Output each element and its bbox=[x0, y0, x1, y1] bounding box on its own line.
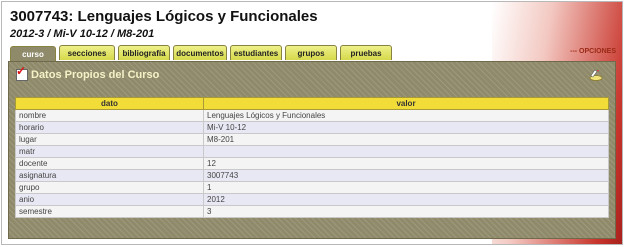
cell-dato: horario bbox=[15, 121, 204, 134]
table-row: semestre 3 bbox=[15, 205, 609, 218]
table-row: asignatura 3007743 bbox=[15, 169, 609, 182]
options-link[interactable]: --- OPCIONES bbox=[570, 48, 616, 55]
table-row: anio 2012 bbox=[15, 193, 609, 206]
cell-dato: docente bbox=[15, 157, 204, 170]
cell-dato: nombre bbox=[15, 109, 204, 122]
tab-secciones[interactable]: secciones bbox=[59, 45, 115, 60]
course-window: 3007743: Lenguajes Lógicos y Funcionales… bbox=[1, 1, 623, 245]
table-row: grupo 1 bbox=[15, 181, 609, 194]
tab-grupos[interactable]: grupos bbox=[285, 45, 337, 60]
cell-valor: 12 bbox=[203, 157, 609, 170]
tab-bibliografia[interactable]: bibliografía bbox=[118, 45, 170, 60]
cell-dato: anio bbox=[15, 193, 204, 206]
column-header-dato[interactable]: dato bbox=[15, 97, 204, 110]
cell-dato: matr bbox=[15, 145, 204, 158]
table-header-row: dato valor bbox=[15, 97, 609, 110]
course-data-table: dato valor nombre Lenguajes Lógicos y Fu… bbox=[15, 97, 609, 218]
tab-documentos[interactable]: documentos bbox=[173, 45, 227, 60]
table-row: lugar M8-201 bbox=[15, 133, 609, 146]
panel-heading: ✓ Datos Propios del Curso bbox=[16, 65, 160, 81]
cell-dato: grupo bbox=[15, 181, 204, 194]
checkmark-icon: ✓ bbox=[16, 65, 28, 81]
cell-valor: 1 bbox=[203, 181, 609, 194]
table-row: horario Mi-V 10-12 bbox=[15, 121, 609, 134]
cell-dato: semestre bbox=[15, 205, 204, 218]
tab-pruebas[interactable]: pruebas bbox=[340, 45, 392, 60]
column-header-valor[interactable]: valor bbox=[203, 97, 609, 110]
course-data-panel: ✓ Datos Propios del Curso dato valor nom… bbox=[8, 61, 616, 239]
tab-curso[interactable]: curso bbox=[10, 46, 56, 62]
tab-estudiantes[interactable]: estudiantes bbox=[230, 45, 282, 60]
table-row: matr bbox=[15, 145, 609, 158]
edit-icon[interactable] bbox=[589, 69, 603, 81]
cell-dato: asignatura bbox=[15, 169, 204, 182]
cell-valor: 3007743 bbox=[203, 169, 609, 182]
page-subtitle: 2012-3 / Mi-V 10-12 / M8-201 bbox=[10, 28, 155, 40]
cell-valor: M8-201 bbox=[203, 133, 609, 146]
cell-valor: Lenguajes Lógicos y Funcionales bbox=[203, 109, 609, 122]
panel-title: Datos Propios del Curso bbox=[31, 69, 160, 81]
cell-dato: lugar bbox=[15, 133, 204, 146]
cell-valor bbox=[203, 145, 609, 158]
cell-valor: 2012 bbox=[203, 193, 609, 206]
tab-bar: curso secciones bibliografía documentos … bbox=[10, 45, 392, 62]
table-row: docente 12 bbox=[15, 157, 609, 170]
cell-valor: Mi-V 10-12 bbox=[203, 121, 609, 134]
table-row: nombre Lenguajes Lógicos y Funcionales bbox=[15, 109, 609, 122]
page-title: 3007743: Lenguajes Lógicos y Funcionales bbox=[10, 8, 318, 25]
cell-valor: 3 bbox=[203, 205, 609, 218]
